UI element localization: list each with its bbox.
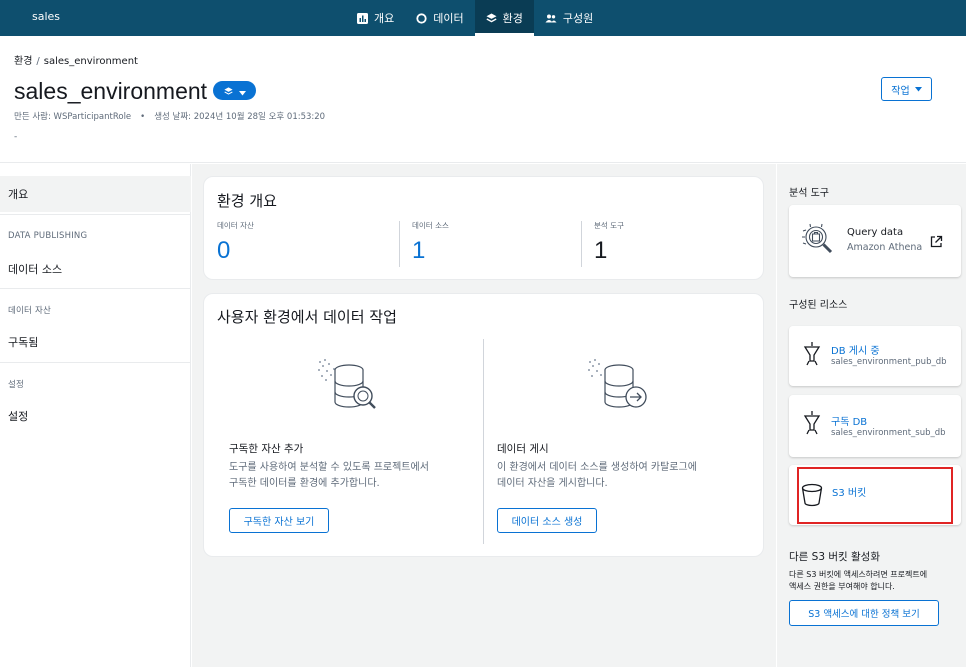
column-divider [483,339,484,544]
main-content: 환경 개요 데이터 자산 0 데이터 소스 1 분석 도구 1 사용자 환경에서… [192,164,776,667]
chart-icon [357,12,368,24]
work-card-title: 사용자 환경에서 데이터 작업 [217,308,397,326]
sidebar-divider [0,362,191,363]
top-navigation-bar: sales 개요 데이터 환경 구성원 [0,0,966,36]
stat-label-data-sources: 데이터 소스 [412,221,449,230]
nav-tab-environment[interactable]: 환경 [474,0,534,36]
resource-subtitle: sales_environment_pub_db [831,357,947,367]
glue-database-icon [803,410,821,440]
nav-tab-data[interactable]: 데이터 [405,0,474,36]
nav-tab-label: 구성원 [562,12,594,25]
view-s3-access-policy-button[interactable]: S3 액세스에 대한 정책 보기 [789,600,939,626]
right-panel: 분석 도구 Query data Amazon Athena 구성된 리소스 D… [777,164,966,667]
sidebar-group-publishing: DATA PUBLISHING [8,231,88,241]
created-by: 만든 사람: WSParticipantRole [14,112,132,122]
resource-subtitle: sales_environment_sub_db [831,428,946,438]
external-link-icon[interactable] [930,233,943,252]
resource-card-publishing-db: DB 게시 중 sales_environment_pub_db [789,326,961,386]
sidebar-item-settings[interactable]: 설정 [8,408,28,424]
resource-title[interactable]: 구독 DB [831,413,867,428]
view-subscribed-assets-button[interactable]: 구독한 자산 보기 [229,508,329,533]
meta-separator-dot: • [140,112,146,122]
nav-tab-label: 데이터 [433,12,464,25]
sidebar-item-data-source[interactable]: 데이터 소스 [8,261,62,277]
query-data-card[interactable]: Query data Amazon Athena [789,205,961,277]
environment-description: - [14,132,18,142]
page-header: 환경 / sales_environment sales_environment 만… [0,36,966,163]
created-at: 생성 날짜: 2024년 10월 28일 오후 01:53:20 [154,112,326,122]
publish-data-description: 이 환경에서 데이터 소스를 생성하여 카탈로그에 데이터 자산을 게시합니다. [497,460,747,492]
breadcrumb-root[interactable]: 환경 [14,56,32,67]
add-subscribed-assets-description: 도구를 사용하여 분석할 수 있도록 프로젝트에서 구독한 데이터를 환경에 추… [229,460,479,492]
sidebar-divider [0,214,191,215]
database-publish-icon [586,358,658,422]
highlight-box [797,467,953,524]
publish-data-title: 데이터 게시 [497,443,549,455]
main-nav: 개요 데이터 환경 구성원 [346,0,604,36]
stat-label-analysis-tools: 분석 도구 [594,221,624,230]
work-with-data-card: 사용자 환경에서 데이터 작업 구독한 자산 추가 도구를 사용하여 분석할 수… [203,293,764,557]
description-line: 구독한 데이터를 환경에 추가합니다. [229,478,380,489]
resource-title[interactable]: DB 게시 중 [831,342,880,357]
database-search-icon [316,358,388,422]
actions-label: 작업 [891,85,910,97]
breadcrumb-separator: / [36,56,40,67]
add-subscribed-assets-title: 구독한 자산 추가 [229,443,304,455]
description-line: 데이터 자산을 게시합니다. [497,478,608,489]
environment-overview-card: 환경 개요 데이터 자산 0 데이터 소스 1 분석 도구 1 [203,176,764,280]
sidebar-group-settings: 설정 [8,380,25,390]
stat-label-data-assets: 데이터 자산 [217,221,254,230]
description-line: 다른 S3 버킷에 액세스하려면 프로젝트에 [789,570,928,579]
enable-other-s3-description: 다른 S3 버킷에 액세스하려면 프로젝트에 액세스 권한을 부여해야 합니다. [789,569,927,593]
query-data-title: Query data [847,227,904,238]
stat-value-analysis-tools: 1 [594,237,608,264]
description-line: 이 환경에서 데이터 소스를 생성하여 카탈로그에 [497,462,697,473]
actions-dropdown-button[interactable]: 작업 [881,77,932,101]
breadcrumb-current: sales_environment [43,56,138,67]
sidebar-active-highlight [0,176,191,212]
sidebar-item-subscribed[interactable]: 구독됨 [8,334,38,350]
overview-card-title: 환경 개요 [217,192,277,210]
nav-tab-overview[interactable]: 개요 [346,0,405,36]
stat-value-data-assets[interactable]: 0 [217,237,230,265]
circle-icon [416,12,427,24]
breadcrumb: 환경 / sales_environment [14,52,138,67]
configured-resources-heading: 구성된 리소스 [789,300,848,311]
description-line: 액세스 권한을 부여해야 합니다. [789,582,895,591]
caret-down-icon [238,81,246,100]
enable-other-s3-heading: 다른 S3 버킷 활성화 [789,551,880,563]
caret-down-icon [914,84,922,95]
environment-badge-dropdown[interactable] [213,81,256,100]
page-title: sales_environment [14,78,208,104]
layers-icon [223,81,233,100]
users-icon [545,13,557,24]
sidebar-item-overview[interactable]: 개요 [8,186,28,202]
app-name[interactable]: sales [32,10,60,23]
sidebar-divider [0,288,191,289]
stat-divider [399,221,400,267]
nav-tab-label: 개요 [374,12,395,25]
layers-icon [486,13,497,24]
athena-icon [801,222,837,262]
query-data-subtitle: Amazon Athena [847,242,923,253]
nav-tab-members[interactable]: 구성원 [534,0,604,36]
resource-card-subscribed-db: 구독 DB sales_environment_sub_db [789,395,961,457]
analysis-tools-heading: 분석 도구 [789,188,829,199]
description-line: 도구를 사용하여 분석할 수 있도록 프로젝트에서 [229,462,429,473]
glue-database-icon [803,341,821,371]
create-data-source-button[interactable]: 데이터 소스 생성 [497,508,597,533]
stat-value-data-sources[interactable]: 1 [412,237,425,265]
environment-meta: 만든 사람: WSParticipantRole • 생성 날짜: 2024년 10… [14,110,325,122]
left-sidebar: 개요 DATA PUBLISHING 데이터 소스 데이터 자산 구독됨 설정 … [0,164,191,667]
nav-tab-label: 환경 [502,12,523,25]
sidebar-group-data-assets: 데이터 자산 [8,306,52,316]
stat-divider [581,221,582,267]
